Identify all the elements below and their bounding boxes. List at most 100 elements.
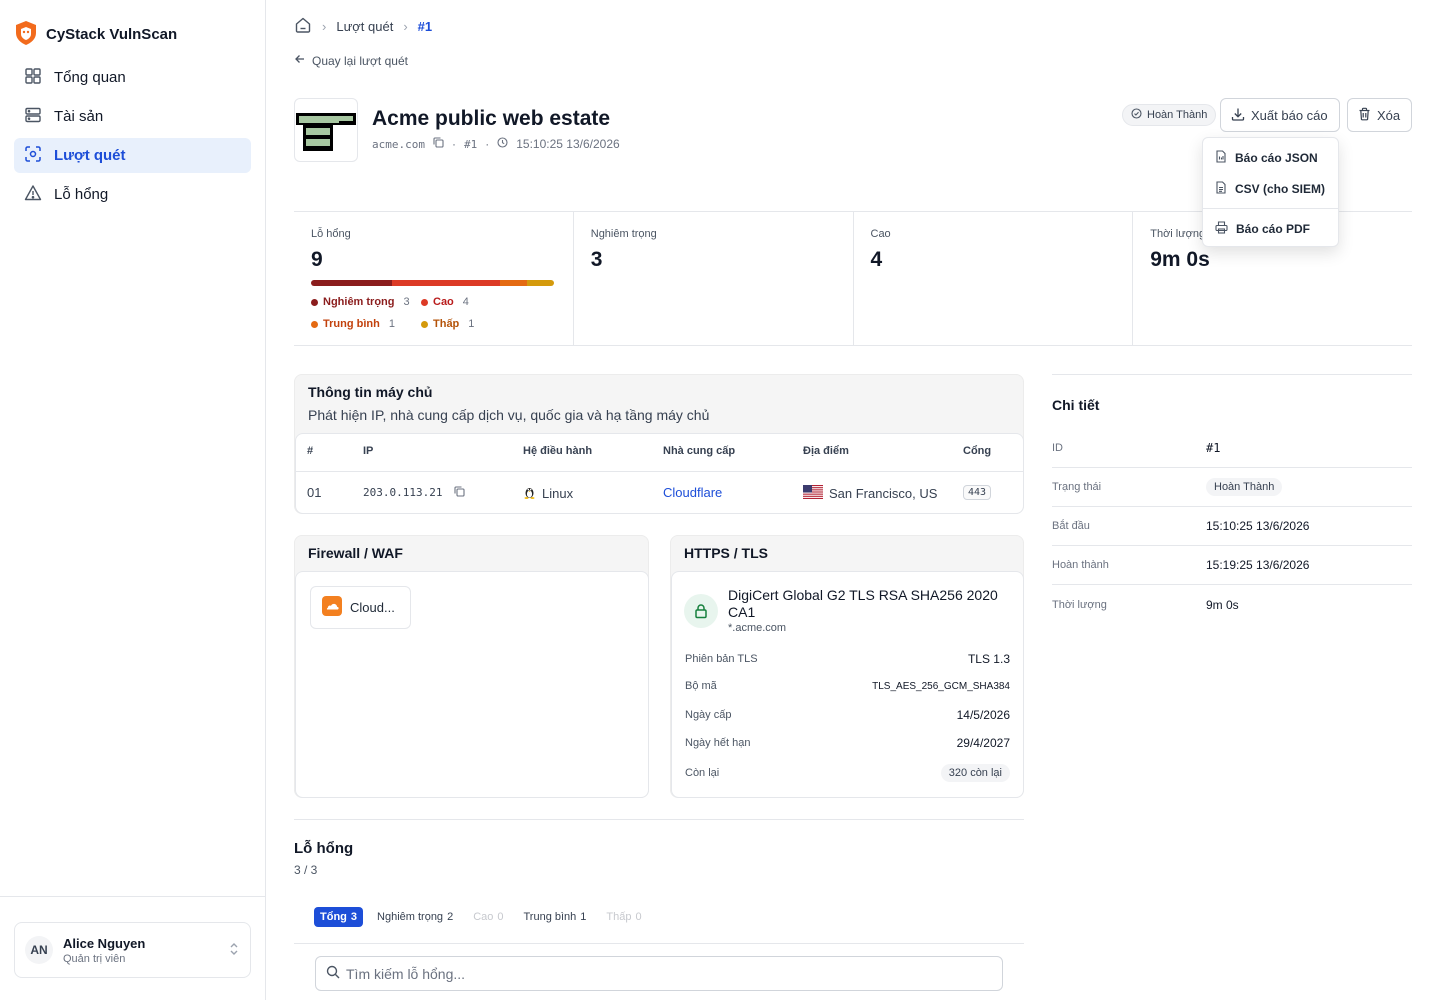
tab-label: Nghiêm trọng [377,911,444,923]
detail-value: #1 [1206,441,1221,455]
chevron-up-down-icon [228,942,240,959]
dashboard-icon [24,67,42,89]
breadcrumb: › Lượt quét › #1 [294,16,432,37]
sidebar-item-assets[interactable]: Tài sản [14,99,251,134]
severity-tabs: Tổng 3 Nghiêm trọng 2 Cao 0 Trung bình 1 Thấ… [314,907,648,927]
waf-name: Cloud... [350,600,395,615]
brand[interactable]: CyStack VulnScan [14,20,177,49]
tls-card: HTTPS / TLS DigiCert Global G2 TLS RSA S… [670,535,1024,798]
tab-label: Cao [473,911,494,923]
detail-row: ID #1 [1052,429,1412,468]
stat-value: 9m 0s [1150,248,1210,271]
clock-icon [497,137,508,151]
host-table: # IP Hệ điều hành Nhà cung cấp Địa điểm … [295,433,1024,514]
detail-label: Hoàn thành [1052,559,1109,571]
detail-value: 15:19:25 13/6/2026 [1206,558,1310,572]
tab-low[interactable]: Thấp 0 [600,907,647,927]
column-header: Địa điểm [803,445,849,457]
waf-chip[interactable]: Cloud... [310,586,411,629]
delete-button[interactable]: Xóa [1347,98,1412,132]
tls-row-value: 29/4/2027 [956,736,1010,750]
search-icon [326,965,340,982]
legend-dot [421,298,428,306]
tab-critical[interactable]: Nghiêm trọng 2 [371,907,459,927]
tls-body: DigiCert Global G2 TLS RSA SHA256 2020 C… [671,571,1024,798]
detail-label: ID [1052,442,1063,454]
severity-legend: Nghiêm trọng 3 Cao 4 Trung bình 1 Thấp 1 [311,296,556,330]
sidebar-item-vulnerabilities[interactable]: Lỗ hổng [14,177,251,212]
detail-row: Trạng thái Hoàn Thành [1052,468,1412,507]
os-cell: Linux [523,485,573,502]
tab-high[interactable]: Cao 0 [467,907,509,927]
search-input[interactable] [346,965,992,982]
sidebar-divider [0,896,265,897]
user-name: Alice Nguyen [63,935,146,951]
chevron-right-icon: › [322,19,327,34]
user-role: Quản trị viên [63,952,126,965]
detail-label: Trạng thái [1052,481,1102,493]
legend-label: Cao [433,296,454,308]
legend-low: Thấp 1 [421,318,531,330]
port-cell: 443 [963,485,992,500]
detail-label: Thời lượng [1052,598,1107,611]
tab-medium[interactable]: Trung bình 1 [518,907,593,927]
arrow-left-icon [294,53,306,68]
breadcrumb-scans[interactable]: Lượt quét [336,19,393,34]
tab-count: 0 [497,911,504,923]
printer-icon [1215,220,1228,237]
stat-value: 3 [590,248,603,271]
legend-medium: Trung bình 1 [311,318,421,330]
stat-vulnerabilities: Lỗ hổng 9 Nghiêm trọng 3 Cao 4 Trung bình 1… [294,212,574,345]
legend-critical: Nghiêm trọng 3 [311,296,421,308]
logo-icon [14,20,38,49]
asset-domain: acme.com [372,137,425,151]
tab-label: Thấp [606,911,632,923]
stat-label: Lỗ hổng [311,228,351,240]
legend-count: 1 [468,318,475,330]
tls-row-value: TLS 1.3 [967,652,1010,666]
home-icon[interactable] [294,16,312,37]
user-menu[interactable]: AN Alice Nguyen Quản trị viên [14,922,251,978]
legend-count: 1 [388,318,395,330]
sidebar-item-scans[interactable]: Lượt quét [14,138,251,173]
tls-row-label: Ngày cấp [685,709,732,721]
ip-address: 203.0.113.21 [363,486,443,499]
legend-dot [311,298,318,306]
export-csv-item[interactable]: CSV (cho SIEM) [1203,173,1338,204]
breadcrumb-current: #1 [417,19,433,34]
cert-issuer: DigiCert Global G2 TLS RSA SHA256 2020 C… [728,587,998,620]
check-circle-icon [1131,108,1142,122]
lock-icon [684,594,718,628]
tls-row: Ngày hết hạn 29/4/2027 [685,736,1010,750]
provider-link[interactable]: Cloudflare [663,485,722,500]
details-title: Chi tiết [1052,397,1100,413]
copy-icon[interactable] [433,137,444,151]
scan-timestamp: 15:10:25 13/6/2026 [516,137,620,151]
tls-row-label: Phiên bản TLS [685,653,758,665]
page-title: Acme public web estate [372,107,611,130]
sidebar-item-label: Tài sản [54,108,104,125]
severity-bar-segment [499,280,527,286]
sidebar: CyStack VulnScan Tổng quan Tài sản Lượt … [0,0,266,1000]
sidebar-item-label: Lượt quét [54,147,126,164]
tls-row-label: Còn lại [685,767,720,779]
tls-row: Phiên bản TLS TLS 1.3 [685,652,1010,666]
sidebar-item-overview[interactable]: Tổng quan [14,60,251,95]
back-link[interactable]: Quay lại lượt quét [294,53,408,68]
tls-row: Còn lại 320 còn lại [685,764,1010,782]
column-header: Cổng [963,445,992,457]
tab-all[interactable]: Tổng 3 [314,907,364,927]
export-pdf-item[interactable]: Báo cáo PDF [1203,213,1338,244]
column-header: Hệ điều hành [523,445,593,457]
export-json-item[interactable]: Báo cáo JSON [1203,142,1338,173]
search-box[interactable] [315,956,1003,991]
tls-row-label: Ngày hết hạn [685,737,751,749]
column-header: IP [363,445,374,457]
warning-icon [24,184,42,206]
legend-high: Cao 4 [421,296,531,308]
linux-icon [523,485,536,502]
export-csv-label: CSV (cho SIEM) [1235,181,1326,196]
severity-bar-segment [391,280,500,286]
export-report-button[interactable]: Xuất báo cáo [1220,98,1340,132]
copy-icon[interactable] [454,485,466,500]
